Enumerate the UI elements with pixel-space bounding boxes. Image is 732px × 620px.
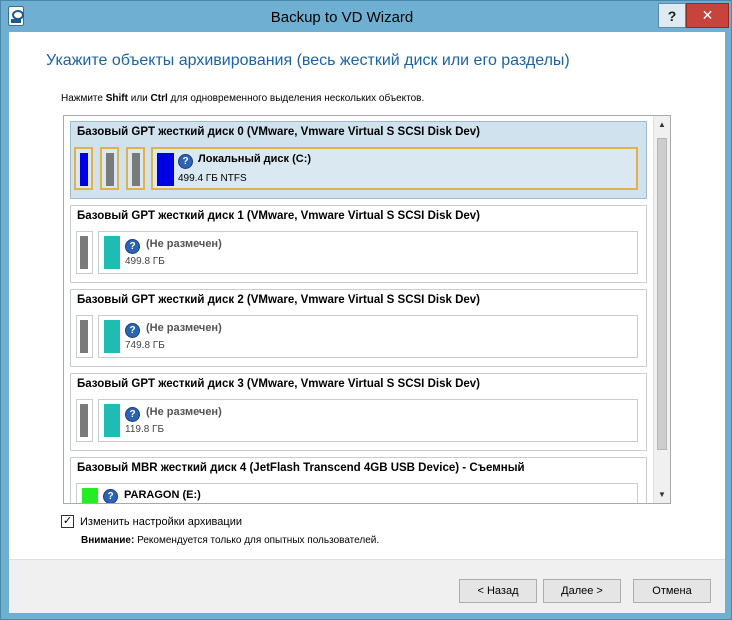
- question-icon: ?: [103, 489, 118, 503]
- partition-bar: [80, 153, 88, 186]
- back-button[interactable]: < Назад: [459, 579, 537, 603]
- wizard-content: Укажите объекты архивирования (весь жест…: [9, 32, 725, 613]
- page-title: Укажите объекты архивирования (весь жест…: [46, 52, 570, 69]
- scroll-thumb[interactable]: [657, 138, 667, 450]
- disk-panel-0[interactable]: Базовый GPT жесткий диск 0 (VMware, Vmwa…: [70, 121, 647, 199]
- partition-name: (Не размечен): [146, 238, 222, 250]
- partition-name: Локальный диск (C:): [198, 153, 312, 165]
- question-icon: ?: [125, 239, 140, 254]
- hint-key-ctrl: Ctrl: [150, 93, 168, 104]
- partition-usb[interactable]: ? PARAGON (E:): [76, 483, 638, 503]
- disk-list[interactable]: Базовый GPT жесткий диск 0 (VMware, Vmwa…: [63, 115, 671, 504]
- checkmark-icon: ✓: [62, 515, 73, 527]
- disk-title: Базовый GPT жесткий диск 2 (VMware, Vmwa…: [77, 294, 480, 306]
- disk-panel-3[interactable]: Базовый GPT жесткий диск 3 (VMware, Vmwa…: [70, 373, 647, 451]
- partition-bar: [80, 236, 88, 269]
- disk-list-viewport: Базовый GPT жесткий диск 0 (VMware, Vmwa…: [64, 116, 654, 503]
- partition-unallocated[interactable]: ? (Не размечен) 119.8 ГБ: [98, 399, 638, 442]
- help-button[interactable]: ?: [658, 3, 686, 28]
- hint-key-shift: Shift: [105, 93, 128, 104]
- change-settings-label: Изменить настройки архивации: [80, 515, 242, 528]
- partition-name: (Не размечен): [146, 322, 222, 334]
- partition-color-swatch: [157, 153, 174, 186]
- disk-title: Базовый GPT жесткий диск 0 (VMware, Vmwa…: [77, 126, 480, 138]
- partition-segment-system[interactable]: [76, 315, 93, 358]
- partition-color-swatch: [104, 404, 120, 437]
- disk-title: Базовый GPT жесткий диск 3 (VMware, Vmwa…: [77, 378, 480, 390]
- partition-c[interactable]: ? Локальный диск (C:) 499.4 ГБ NTFS: [151, 147, 638, 190]
- vertical-scrollbar[interactable]: ▲ ▼: [653, 116, 670, 503]
- partition-segment-system[interactable]: [76, 399, 93, 442]
- cancel-button[interactable]: Отмена: [633, 579, 711, 603]
- button-bar: < Назад Далее > Отмена: [9, 559, 725, 613]
- partition-unallocated[interactable]: ? (Не размечен) 499.8 ГБ: [98, 231, 638, 274]
- partition-segment-recovery[interactable]: [126, 147, 145, 190]
- close-button[interactable]: ✕: [686, 3, 729, 28]
- window-title: Backup to VD Wizard: [270, 9, 414, 26]
- partition-color-swatch: [104, 320, 120, 353]
- warning-label: Внимание:: [81, 535, 135, 546]
- disk-title: Базовый GPT жесткий диск 1 (VMware, Vmwa…: [77, 210, 480, 222]
- help-icon: ?: [667, 7, 677, 24]
- scroll-down-icon[interactable]: ▼: [654, 486, 670, 503]
- wizard-window: Backup to VD Wizard ? ✕ Укажите объекты …: [0, 0, 732, 620]
- partition-size: 119.8 ГБ: [125, 424, 165, 435]
- partition-size: 499.4 ГБ NTFS: [178, 173, 247, 184]
- close-icon: ✕: [701, 7, 714, 23]
- disk-title: Базовый MBR жесткий диск 4 (JetFlash Tra…: [77, 462, 525, 474]
- partition-segment-msr[interactable]: [100, 147, 119, 190]
- partition-bar: [80, 404, 88, 437]
- partition-size: 749.8 ГБ: [125, 340, 165, 351]
- partition-name: (Не размечен): [146, 406, 222, 418]
- question-icon: ?: [178, 154, 193, 169]
- partition-bar: [132, 153, 140, 186]
- question-icon: ?: [125, 323, 140, 338]
- title-bar: Backup to VD Wizard ? ✕: [1, 1, 731, 32]
- partition-color-swatch: [104, 236, 120, 269]
- hint-prefix: Нажмите: [61, 93, 106, 104]
- next-button[interactable]: Далее >: [543, 579, 621, 603]
- disk-panel-1[interactable]: Базовый GPT жесткий диск 1 (VMware, Vmwa…: [70, 205, 647, 283]
- hint-mid: или: [127, 93, 151, 104]
- partition-bar: [106, 153, 114, 186]
- scroll-up-icon[interactable]: ▲: [654, 116, 670, 133]
- partition-segment-efi[interactable]: [74, 147, 93, 190]
- disk-panel-4[interactable]: Базовый MBR жесткий диск 4 (JetFlash Tra…: [70, 457, 647, 503]
- partition-segment-system[interactable]: [76, 231, 93, 274]
- warning-message: Рекомендуется только для опытных пользов…: [134, 535, 380, 546]
- partition-unallocated[interactable]: ? (Не размечен) 749.8 ГБ: [98, 315, 638, 358]
- disk-panel-2[interactable]: Базовый GPT жесткий диск 2 (VMware, Vmwa…: [70, 289, 647, 367]
- hint-suffix: для одновременного выделения нескольких …: [167, 93, 425, 104]
- partition-size: 499.8 ГБ: [125, 256, 165, 267]
- change-settings-checkbox[interactable]: ✓: [61, 515, 74, 528]
- warning-text: Внимание: Рекомендуется только для опытн…: [81, 535, 379, 546]
- question-icon: ?: [125, 407, 140, 422]
- partition-color-swatch: [82, 488, 98, 503]
- partition-bar: [80, 320, 88, 353]
- change-settings-option[interactable]: ✓ Изменить настройки архивации: [61, 515, 242, 528]
- selection-hint: Нажмите Shift или Ctrl для одновременног…: [61, 93, 424, 104]
- partition-name: PARAGON (E:): [124, 489, 201, 501]
